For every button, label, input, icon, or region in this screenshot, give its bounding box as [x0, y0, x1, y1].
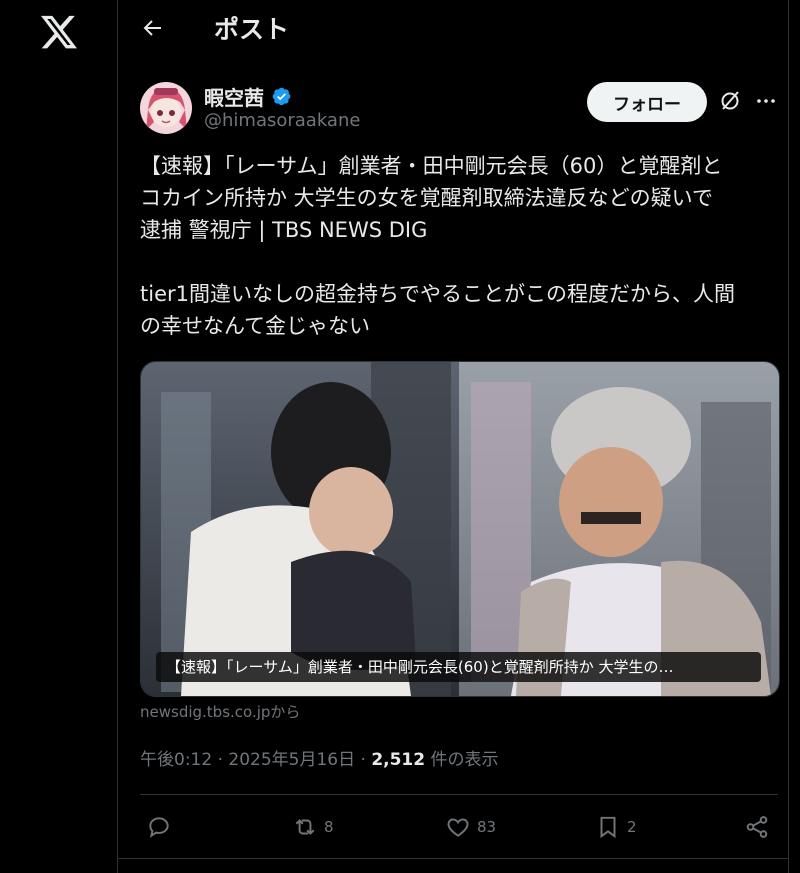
reply-icon [149, 817, 169, 838]
grok-icon[interactable] [718, 89, 742, 113]
follow-button[interactable]: フォロー [587, 82, 707, 122]
avatar[interactable] [140, 82, 192, 134]
x-logo-icon[interactable] [39, 12, 79, 52]
tweet-timestamp[interactable]: 午後0:12 · 2025年5月16日 · [140, 750, 371, 770]
more-options-icon[interactable] [754, 89, 778, 113]
link-card-image[interactable]: 【速報】「レーサム」創業者・田中剛元会長(60)と覚醒剤所持か 大学生の… [140, 361, 780, 697]
reply-button[interactable] [146, 814, 172, 840]
like-icon [447, 818, 469, 837]
bookmark-icon [600, 816, 616, 839]
divider [118, 858, 788, 859]
repost-icon [295, 819, 315, 835]
back-arrow-icon[interactable] [140, 16, 164, 40]
repost-count: 8 [324, 818, 334, 836]
main-column: ポスト 暇空茜 @himasoraakane フォロー 【速報】「レーサム」創業… [118, 0, 800, 873]
like-button[interactable]: 83 [445, 814, 496, 840]
tweet-meta: 午後0:12 · 2025年5月16日 · 2,512 件の表示 [140, 745, 499, 770]
tweet-text: 【速報】「レーサム」創業者・田中剛元会長（60）と覚醒剤と コカイン所持か 大学… [140, 154, 735, 338]
page-title: ポスト [214, 15, 290, 44]
news-photo [141, 362, 779, 696]
view-count: 2,512 [371, 750, 426, 770]
verified-badge-icon [272, 87, 291, 106]
scrollbar-track[interactable] [788, 0, 800, 873]
left-nav-rail [0, 0, 118, 873]
link-source[interactable]: newsdig.tbs.co.jpから [140, 701, 300, 722]
bookmark-count: 2 [627, 818, 637, 836]
share-button[interactable] [744, 814, 770, 840]
bookmark-button[interactable]: 2 [595, 814, 637, 840]
media-caption: 【速報】「レーサム」創業者・田中剛元会長(60)と覚醒剤所持か 大学生の… [156, 652, 761, 682]
divider [140, 794, 778, 795]
like-count: 83 [477, 818, 497, 836]
user-handle[interactable]: @himasoraakane [204, 110, 360, 131]
view-label: 件の表示 [425, 750, 499, 770]
display-name[interactable]: 暇空茜 [204, 82, 264, 111]
repost-button[interactable]: 8 [292, 814, 334, 840]
top-bar: ポスト [118, 0, 788, 56]
share-icon [746, 816, 768, 838]
